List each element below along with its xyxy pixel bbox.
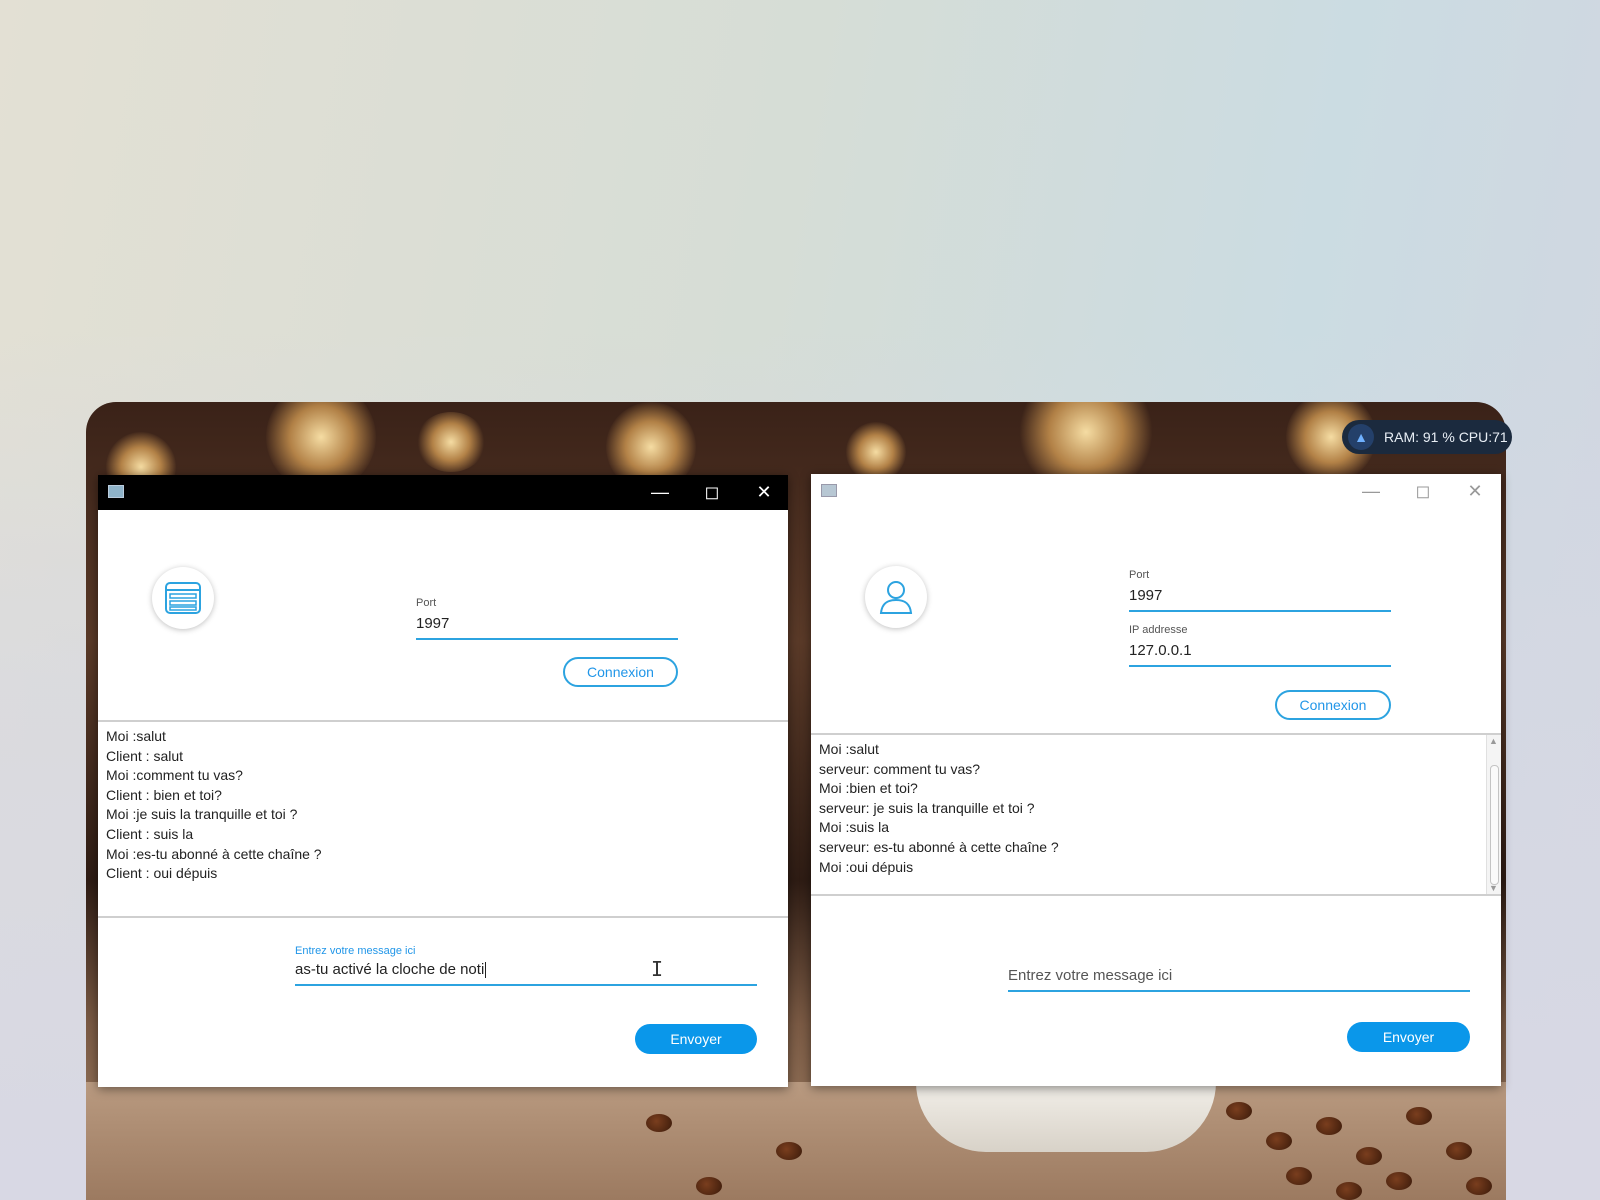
port-input[interactable]: 1997 [1129,587,1391,612]
chat-message: Moi :comment tu vas? [106,767,243,784]
chat-message: Moi :salut [819,741,879,757]
chat-message: Client : bien et toi? [106,786,222,803]
chat-history[interactable]: Moi :salut Client : salut Moi :comment t… [98,720,788,918]
chat-message: Client : oui dépuis [106,865,218,882]
chat-message: Moi :bien et toi? [819,780,918,797]
close-button[interactable]: ✕ [738,475,790,510]
system-monitor-widget[interactable]: ▲ RAM: 91 % CPU:71 [1342,420,1512,454]
chat-message: Client : salut [106,747,184,764]
text-caret [485,962,487,979]
message-input[interactable]: Entrez votre message ici [1008,967,1470,992]
chat-history[interactable]: Moi :salut serveur: comment tu vas? Moi … [811,733,1501,896]
chat-scrollbar[interactable]: ▲ ▼ [1486,735,1501,894]
connect-button[interactable]: Connexion [563,657,678,687]
maximize-button[interactable]: ◻ [686,475,738,510]
message-input-text: as-tu activé la cloche de noti [295,961,485,978]
message-field[interactable]: Entrez votre message ici [1008,961,1470,992]
close-button[interactable]: ✕ [1449,474,1501,509]
port-input[interactable]: 1997 [416,615,678,640]
server-window: — ◻ ✕ Port 1997 Connexion Moi :salut Cli… [98,475,788,1087]
ip-address-input[interactable]: 127.0.0.1 [1129,642,1391,667]
port-field[interactable]: Port 1997 [1129,569,1391,612]
client-window: — ◻ ✕ Port 1997 IP addresse 127.0.0.1 Co… [811,474,1501,1086]
send-button[interactable]: Envoyer [1347,1022,1470,1052]
scroll-up-icon[interactable]: ▲ [1489,736,1498,746]
chat-message: Moi :salut [106,728,166,744]
maximize-button[interactable]: ◻ [1397,474,1449,509]
minimize-button[interactable]: — [1345,474,1397,509]
message-field[interactable]: Entrez votre message ici as-tu activé la… [295,945,757,987]
chat-message: serveur: je suis la tranquille et toi ? [819,799,1035,816]
chat-message: Client : suis la [106,825,194,842]
scroll-thumb[interactable] [1490,765,1499,885]
chat-message: serveur: comment tu vas? [819,760,981,777]
user-icon [865,566,927,628]
port-label: Port [1129,569,1150,581]
chat-message: Moi :oui dépuis [819,858,914,875]
title-bar[interactable]: — ◻ ✕ [811,474,1501,509]
ip-address-field[interactable]: IP addresse 127.0.0.1 [1129,624,1391,667]
scroll-down-icon[interactable]: ▼ [1489,883,1498,893]
chat-message: Moi :suis la [819,819,890,836]
send-button[interactable]: Envoyer [635,1024,757,1054]
app-icon [821,484,837,497]
server-icon [152,567,214,629]
port-label: Port [416,597,437,609]
rocket-icon: ▲ [1348,424,1374,450]
message-label: Entrez votre message ici [295,945,416,957]
system-monitor-text: RAM: 91 % CPU:71 [1384,429,1508,445]
chat-message: Moi :es-tu abonné à cette chaîne ? [106,845,322,862]
title-bar[interactable]: — ◻ ✕ [98,475,788,510]
minimize-button[interactable]: — [634,475,686,510]
message-input[interactable]: as-tu activé la cloche de noti [295,961,757,987]
port-field[interactable]: Port 1997 [416,597,678,640]
ip-address-label: IP addresse [1129,624,1188,636]
connect-button[interactable]: Connexion [1275,690,1391,720]
ibeam-cursor-icon: I [651,957,664,981]
chat-message: Moi :je suis la tranquille et toi ? [106,806,298,823]
app-icon [108,485,124,498]
chat-message: serveur: es-tu abonné à cette chaîne ? [819,838,1059,855]
